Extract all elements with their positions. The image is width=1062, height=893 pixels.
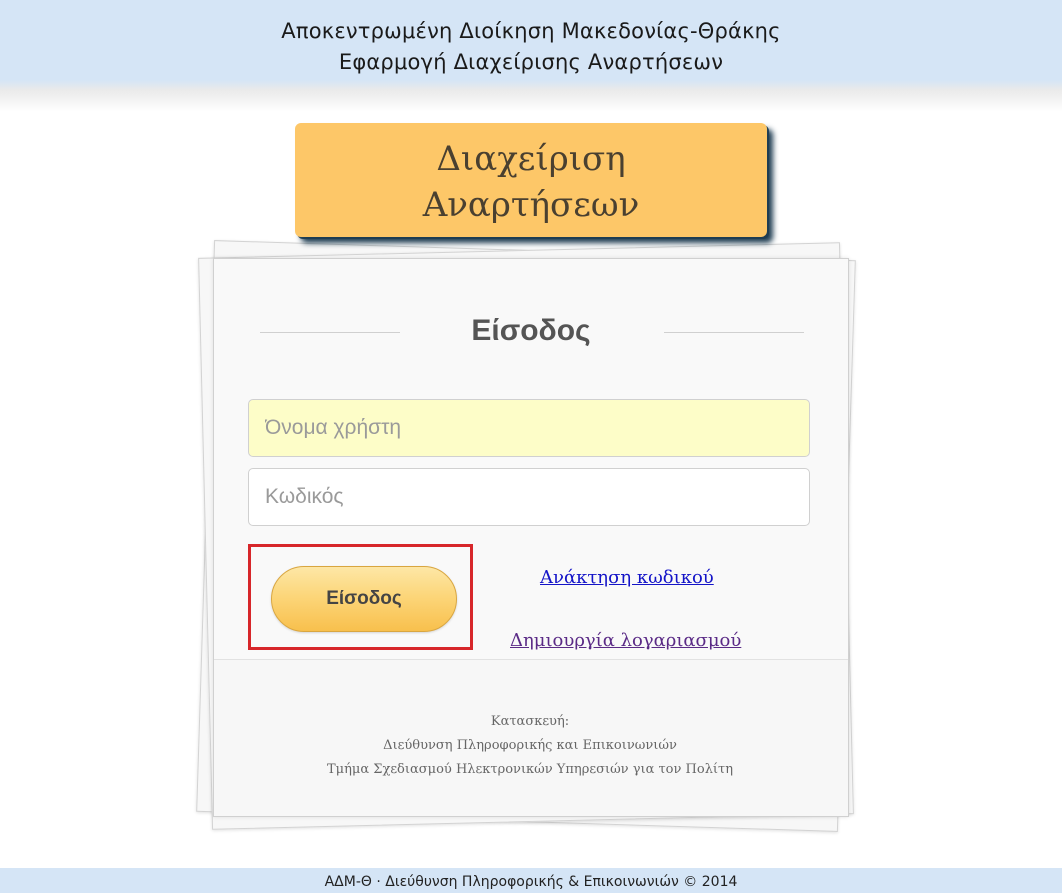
- header-band: Αποκεντρωμένη Διοίκηση Μακεδονίας-Θράκης…: [0, 0, 1062, 112]
- recover-password-link[interactable]: Ανάκτηση κωδικού: [540, 567, 714, 588]
- login-card: Είσοδος: [213, 258, 849, 817]
- footer-text: ΑΔΜ-Θ · Διεύθυνση Πληροφορικής & Επικοιν…: [324, 874, 738, 890]
- card-divider: [214, 659, 848, 660]
- badge-title-line1: Διαχείριση: [436, 139, 626, 179]
- credits-label: Κατασκευή:: [490, 714, 570, 729]
- application-title: Εφαρμογή Διαχείρισης Αναρτήσεων: [338, 50, 724, 74]
- login-heading: Είσοδος: [471, 314, 591, 347]
- create-account-link[interactable]: Δημιουργία λογαριασμού: [510, 630, 741, 651]
- credits-section: Τμήμα Σχεδιασμού Ηλεκτρονικών Υπηρεσιών …: [326, 762, 734, 777]
- footer: ΑΔΜ-Θ · Διεύθυνση Πληροφορικής & Επικοιν…: [0, 868, 1062, 893]
- badge-title-line2: Αναρτήσεων: [422, 185, 640, 225]
- username-input[interactable]: [248, 399, 810, 457]
- login-button[interactable]: Είσοδος: [271, 566, 457, 632]
- app-title-badge: Διαχείριση Αναρτήσεων: [295, 123, 767, 237]
- organization-title: Αποκεντρωμένη Διοίκηση Μακεδονίας-Θράκης: [281, 19, 781, 43]
- heading-divider-right: [664, 332, 804, 333]
- credits-department: Διεύθυνση Πληροφορικής και Επικοινωνιών: [383, 738, 677, 753]
- password-input[interactable]: [248, 468, 810, 526]
- login-page: Αποκεντρωμένη Διοίκηση Μακεδονίας-Θράκης…: [0, 0, 1062, 893]
